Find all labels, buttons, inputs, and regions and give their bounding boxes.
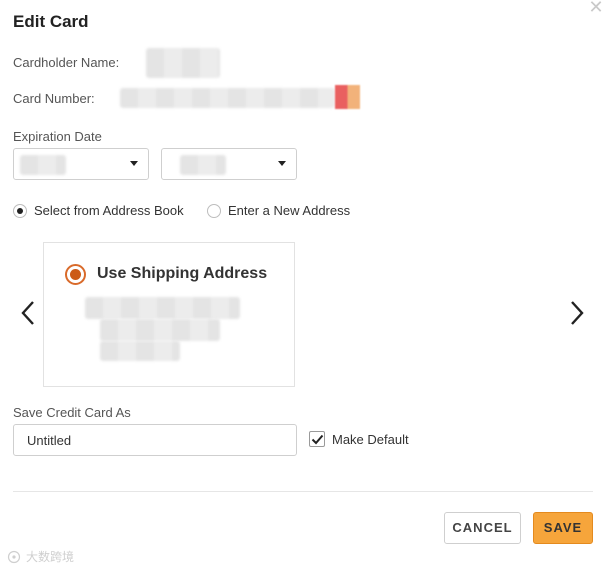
address-line-2-redacted	[100, 319, 220, 341]
address-line-3-redacted	[100, 341, 180, 361]
footer-divider	[13, 491, 593, 492]
use-shipping-address-radio[interactable]	[65, 264, 86, 285]
edit-card-dialog: ✕ Edit Card Cardholder Name: Card Number…	[0, 0, 605, 569]
make-default-label: Make Default	[332, 431, 409, 447]
dialog-title: Edit Card	[13, 12, 89, 31]
expiration-label: Expiration Date	[13, 129, 102, 144]
address-line-1-redacted	[85, 297, 240, 319]
watermark: 大数跨境	[6, 548, 74, 565]
chevron-down-icon	[278, 161, 286, 166]
radio-unchecked-icon	[207, 203, 221, 218]
address-card-title: Use Shipping Address	[97, 265, 268, 282]
cardholder-value-redacted	[146, 48, 220, 78]
radio-select-address-book-label: Select from Address Book	[34, 203, 184, 218]
chevron-left-icon[interactable]	[19, 300, 37, 326]
expiration-year-value-redacted	[180, 155, 226, 175]
watermark-logo-icon	[7, 550, 21, 563]
card-brand-logo-redacted	[335, 85, 360, 109]
cardholder-label: Cardholder Name:	[13, 55, 120, 70]
save-card-as-label: Save Credit Card As	[13, 405, 131, 420]
card-number-value-redacted	[120, 88, 335, 108]
expiration-month-select[interactable]	[13, 148, 149, 180]
checkbox-checked-icon	[309, 431, 325, 447]
expiration-month-value-redacted	[20, 155, 66, 175]
close-icon[interactable]: ✕	[588, 0, 604, 16]
watermark-text: 大数跨境	[26, 550, 75, 564]
chevron-down-icon	[130, 161, 138, 166]
save-button[interactable]: SAVE	[533, 512, 593, 544]
radio-enter-new-address-label: Enter a New Address	[228, 203, 351, 218]
card-nickname-input[interactable]	[13, 424, 297, 456]
card-number-label: Card Number:	[13, 91, 95, 106]
expiration-year-select[interactable]	[161, 148, 297, 180]
address-card[interactable]: Use Shipping Address	[43, 242, 295, 387]
radio-checked-icon	[13, 203, 27, 218]
cancel-button[interactable]: CANCEL	[444, 512, 521, 544]
radio-enter-new-address[interactable]: Enter a New Address	[207, 203, 350, 218]
radio-select-address-book[interactable]: Select from Address Book	[13, 203, 184, 218]
chevron-right-icon[interactable]	[568, 300, 586, 326]
make-default-checkbox[interactable]: Make Default	[309, 431, 409, 447]
